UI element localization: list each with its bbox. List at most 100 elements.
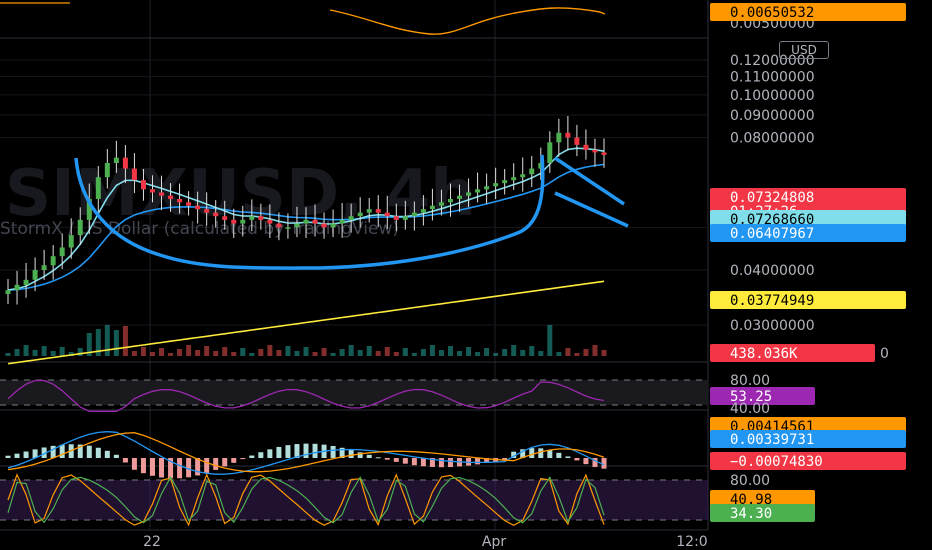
volume-bar	[41, 346, 47, 356]
macd-histogram-bar	[50, 445, 56, 458]
volume-bar	[222, 347, 228, 356]
candle-body	[393, 216, 399, 220]
candle-body	[520, 174, 526, 178]
rsi-level-label: 80.00	[730, 373, 770, 389]
price-axis-label: 0.08000000	[730, 131, 815, 147]
macd-histogram-bar	[348, 449, 354, 458]
price-axis-label: 0.03000000	[730, 318, 815, 334]
volume-bar	[475, 352, 481, 356]
currency-label[interactable]: USD	[779, 41, 829, 59]
volume-bar	[592, 345, 598, 356]
top-indicator-line	[329, 7, 606, 35]
volume-bar	[357, 350, 363, 356]
volume-bar	[601, 350, 607, 356]
rsi-pane	[0, 379, 708, 412]
volume-bar	[447, 346, 453, 356]
top-indicator-pane	[0, 2, 606, 35]
volume-bar	[140, 347, 146, 356]
macd-histogram-badge: −0.00074830	[730, 454, 823, 470]
volume-bar	[484, 348, 490, 356]
macd-histogram-bar	[447, 458, 453, 468]
macd-histogram-bar	[113, 454, 119, 458]
volume-bar	[384, 347, 390, 356]
candle-body	[402, 216, 408, 220]
volume-bar	[393, 352, 399, 356]
candle-body	[285, 227, 291, 229]
macd-histogram-bar	[140, 458, 146, 474]
macd-histogram-bar	[574, 458, 580, 461]
macd-pane	[5, 431, 607, 479]
volume-bar	[77, 348, 83, 356]
candle-body	[32, 270, 38, 280]
macd-histogram-bar	[213, 458, 219, 470]
candle-body	[95, 177, 101, 199]
candle-body	[429, 205, 435, 210]
volume-bar	[583, 349, 589, 356]
volume-bar	[511, 345, 517, 356]
volume-bar	[231, 352, 237, 356]
macd-histogram-bar	[14, 453, 20, 458]
volume-bar	[122, 326, 128, 356]
rsi-band	[0, 380, 708, 405]
volume-bar	[565, 348, 571, 356]
candle-body	[294, 223, 300, 228]
volume-bar	[502, 349, 508, 356]
candle-body	[213, 212, 219, 217]
top-indicator-value: 0.00650532	[730, 5, 814, 21]
price-axis-label: 0.04000000	[730, 263, 815, 279]
macd-histogram-bar	[231, 458, 237, 463]
macd-histogram-bar	[330, 445, 336, 458]
candle-body	[592, 149, 598, 153]
candle-body	[14, 284, 20, 291]
volume-bar	[574, 353, 580, 356]
volume-bar	[529, 346, 535, 356]
volume-bar	[420, 349, 426, 356]
candle-body	[529, 168, 535, 175]
volume-bar	[285, 346, 291, 356]
volume-bar	[330, 353, 336, 356]
volume-bar	[149, 352, 155, 356]
volume-bar	[159, 348, 165, 356]
volume-bar	[113, 330, 119, 356]
price-axis-label: 0.11000000	[730, 70, 815, 86]
macd-histogram-bar	[303, 443, 309, 458]
volume-zero-label: 0	[880, 346, 889, 362]
candle-body	[457, 195, 463, 199]
candle-body	[574, 137, 580, 145]
candle-body	[484, 186, 490, 190]
candle-body	[140, 180, 146, 190]
candle-body	[104, 163, 110, 178]
candle-body	[357, 212, 363, 217]
chart-canvas[interactable]: SIMXUSD, 4h StormX / US Dollar (calculat…	[0, 0, 932, 550]
macd-histogram-bar	[104, 450, 110, 458]
macd-histogram-bar	[411, 458, 417, 466]
macd-signal-badge: 0.00339731	[730, 432, 814, 448]
macd-histogram-bar	[131, 458, 137, 470]
candle-body	[447, 198, 453, 203]
candle-body	[249, 216, 255, 220]
candle-body	[195, 205, 201, 210]
candle-body	[556, 132, 562, 143]
volume-bar	[294, 351, 300, 356]
ema-mid-badge: 0.06407967	[730, 226, 814, 242]
stoch-rsi-pane	[0, 473, 708, 527]
volume-bar	[14, 349, 20, 356]
candle-body	[258, 216, 264, 220]
macd-histogram-bar	[565, 456, 571, 458]
candle-body	[601, 152, 607, 156]
candle-body	[466, 192, 472, 196]
candle-body	[583, 144, 589, 150]
ema-long-badge: 0.03774949	[730, 293, 814, 309]
volume-bar	[276, 350, 282, 356]
time-axis[interactable]: 22 Apr 12:0	[143, 534, 708, 550]
candle-body	[339, 219, 345, 224]
macd-histogram-bar	[267, 449, 273, 458]
macd-histogram-bar	[149, 458, 155, 476]
macd-histogram-bar	[249, 455, 255, 458]
price-axis[interactable]: 0.005000000.120000000.110000000.10000000…	[710, 3, 906, 522]
volume-bar	[493, 353, 499, 356]
volume-bar	[348, 345, 354, 356]
candle-body	[493, 183, 499, 187]
macd-histogram-bar	[420, 458, 426, 467]
volume-bar	[5, 353, 11, 356]
